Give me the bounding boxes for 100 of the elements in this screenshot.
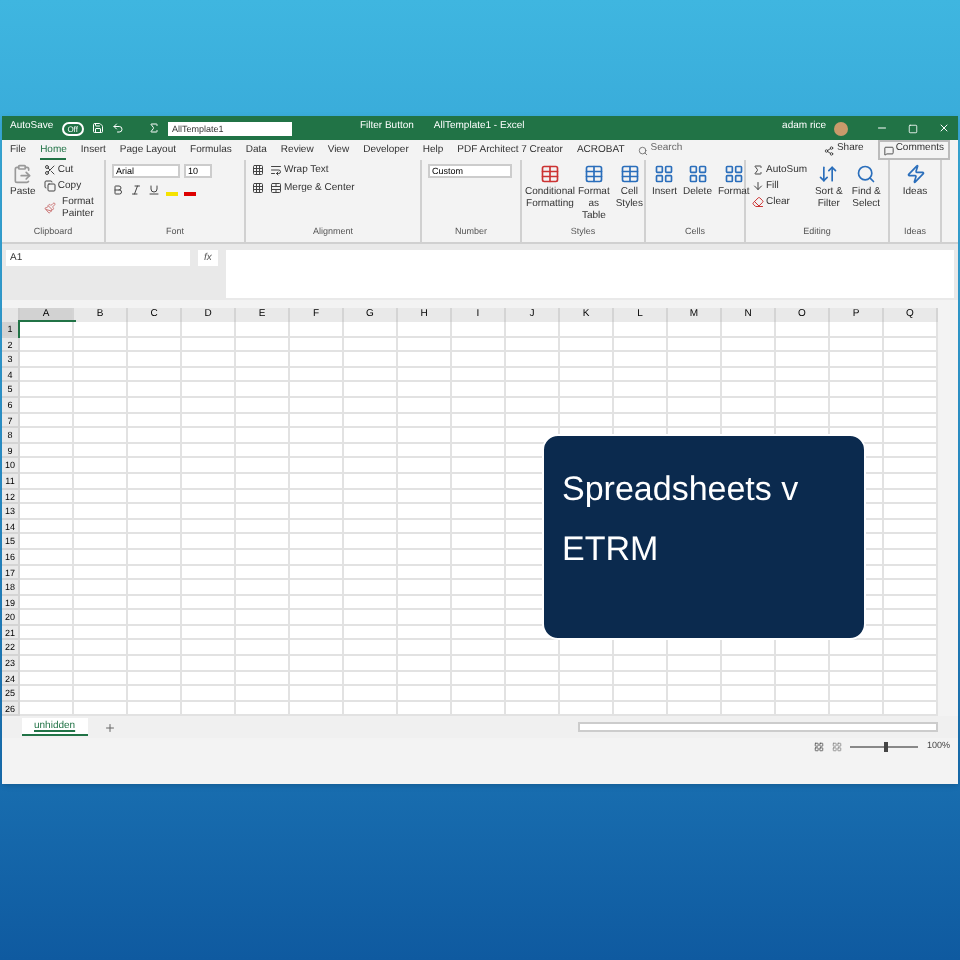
grid-cell[interactable]: [290, 428, 344, 444]
grid-cell[interactable]: [776, 322, 830, 338]
grid-cell[interactable]: [722, 640, 776, 657]
grid-cell[interactable]: [668, 686, 722, 702]
grid-cell[interactable]: [398, 686, 452, 702]
close-icon[interactable]: [938, 122, 950, 134]
sum-icon[interactable]: [147, 122, 160, 134]
grid-cell[interactable]: [182, 640, 236, 657]
grid-cell[interactable]: [128, 458, 182, 474]
grid-cell[interactable]: [344, 580, 398, 596]
grid-cell[interactable]: [182, 580, 236, 596]
grid-cell[interactable]: [20, 458, 74, 474]
grid-cell[interactable]: [290, 352, 344, 368]
grid-cell[interactable]: [506, 322, 560, 338]
zoom-thumb[interactable]: [884, 741, 889, 752]
bold-icon[interactable]: [112, 184, 124, 196]
grid-cell[interactable]: [182, 458, 236, 474]
grid-cell[interactable]: [290, 534, 344, 550]
save-icon[interactable]: [91, 122, 104, 134]
grid-cell[interactable]: [884, 504, 938, 520]
grid-cell[interactable]: [236, 428, 290, 444]
grid-cell[interactable]: [128, 610, 182, 626]
grid-cell[interactable]: [830, 352, 884, 368]
grid-cell[interactable]: [74, 352, 128, 368]
grid-cell[interactable]: [398, 458, 452, 474]
grid-cell[interactable]: [182, 534, 236, 550]
grid-cell[interactable]: [452, 580, 506, 596]
grid-cell[interactable]: [74, 382, 128, 398]
grid-cell[interactable]: [236, 610, 290, 626]
grid-cell[interactable]: [398, 352, 452, 368]
grid-cell[interactable]: [452, 686, 506, 702]
grid-cell[interactable]: [776, 656, 830, 672]
grid-cell[interactable]: [236, 656, 290, 672]
grid-cell[interactable]: [668, 640, 722, 657]
grid-cell[interactable]: [344, 382, 398, 398]
grid-cell[interactable]: [236, 322, 290, 338]
page-layout-icon[interactable]: [832, 741, 843, 752]
grid-cell[interactable]: [344, 656, 398, 672]
grid-cell[interactable]: [884, 580, 938, 596]
grid-cell[interactable]: [560, 322, 614, 338]
align-icon[interactable]: [252, 164, 264, 176]
grid-cell[interactable]: [506, 352, 560, 368]
grid-cell[interactable]: [884, 534, 938, 550]
grid-cell[interactable]: [182, 382, 236, 398]
grid-cell[interactable]: [452, 352, 506, 368]
grid-cell[interactable]: [344, 352, 398, 368]
grid-cell[interactable]: [398, 322, 452, 338]
grid-cell[interactable]: [668, 352, 722, 368]
grid-cell[interactable]: [884, 686, 938, 702]
grid-cell[interactable]: [506, 656, 560, 672]
grid-cell[interactable]: [398, 640, 452, 657]
minimize-icon[interactable]: [876, 122, 888, 134]
grid-cell[interactable]: [290, 382, 344, 398]
grid-cell[interactable]: [560, 382, 614, 398]
grid-cell[interactable]: [182, 428, 236, 444]
grid-cell[interactable]: [668, 382, 722, 398]
grid-cell[interactable]: [452, 640, 506, 657]
maximize-icon[interactable]: [908, 123, 918, 133]
grid-cell[interactable]: [20, 428, 74, 444]
grid-cell[interactable]: [74, 534, 128, 550]
grid-cell[interactable]: [74, 322, 128, 338]
grid-cell[interactable]: [74, 610, 128, 626]
grid-cell[interactable]: [290, 458, 344, 474]
select-all-corner[interactable]: [2, 308, 20, 322]
grid-cell[interactable]: [290, 504, 344, 520]
normal-view-icon[interactable]: [814, 741, 825, 752]
grid-cell[interactable]: [560, 640, 614, 657]
grid-cell[interactable]: [20, 580, 74, 596]
grid-cell[interactable]: [614, 382, 668, 398]
grid-cell[interactable]: [398, 656, 452, 672]
grid-cell[interactable]: [290, 640, 344, 657]
grid-cell[interactable]: [776, 640, 830, 657]
grid-cell[interactable]: [398, 382, 452, 398]
grid-cell[interactable]: [722, 686, 776, 702]
grid-cell[interactable]: [722, 382, 776, 398]
grid-cell[interactable]: [182, 686, 236, 702]
grid-cell[interactable]: [128, 656, 182, 672]
grid-cell[interactable]: [560, 686, 614, 702]
grid-cell[interactable]: [830, 686, 884, 702]
grid-cell[interactable]: [74, 428, 128, 444]
grid-cell[interactable]: [614, 686, 668, 702]
align-icon[interactable]: [252, 182, 264, 194]
grid-cell[interactable]: [182, 504, 236, 520]
grid-cell[interactable]: [668, 656, 722, 672]
grid-cell[interactable]: [506, 382, 560, 398]
grid-cell[interactable]: [182, 656, 236, 672]
grid-cell[interactable]: [182, 352, 236, 368]
grid-cell[interactable]: [830, 322, 884, 338]
grid-cell[interactable]: [344, 610, 398, 626]
grid-cell[interactable]: [20, 382, 74, 398]
grid-cell[interactable]: [614, 640, 668, 657]
grid-cell[interactable]: [614, 352, 668, 368]
grid-cell[interactable]: [560, 352, 614, 368]
grid-cell[interactable]: [236, 534, 290, 550]
grid-cell[interactable]: [74, 504, 128, 520]
grid-cell[interactable]: [830, 382, 884, 398]
undo-icon[interactable]: [111, 122, 124, 134]
grid-cell[interactable]: [74, 656, 128, 672]
underline-icon[interactable]: [148, 184, 160, 196]
grid-cell[interactable]: [290, 656, 344, 672]
